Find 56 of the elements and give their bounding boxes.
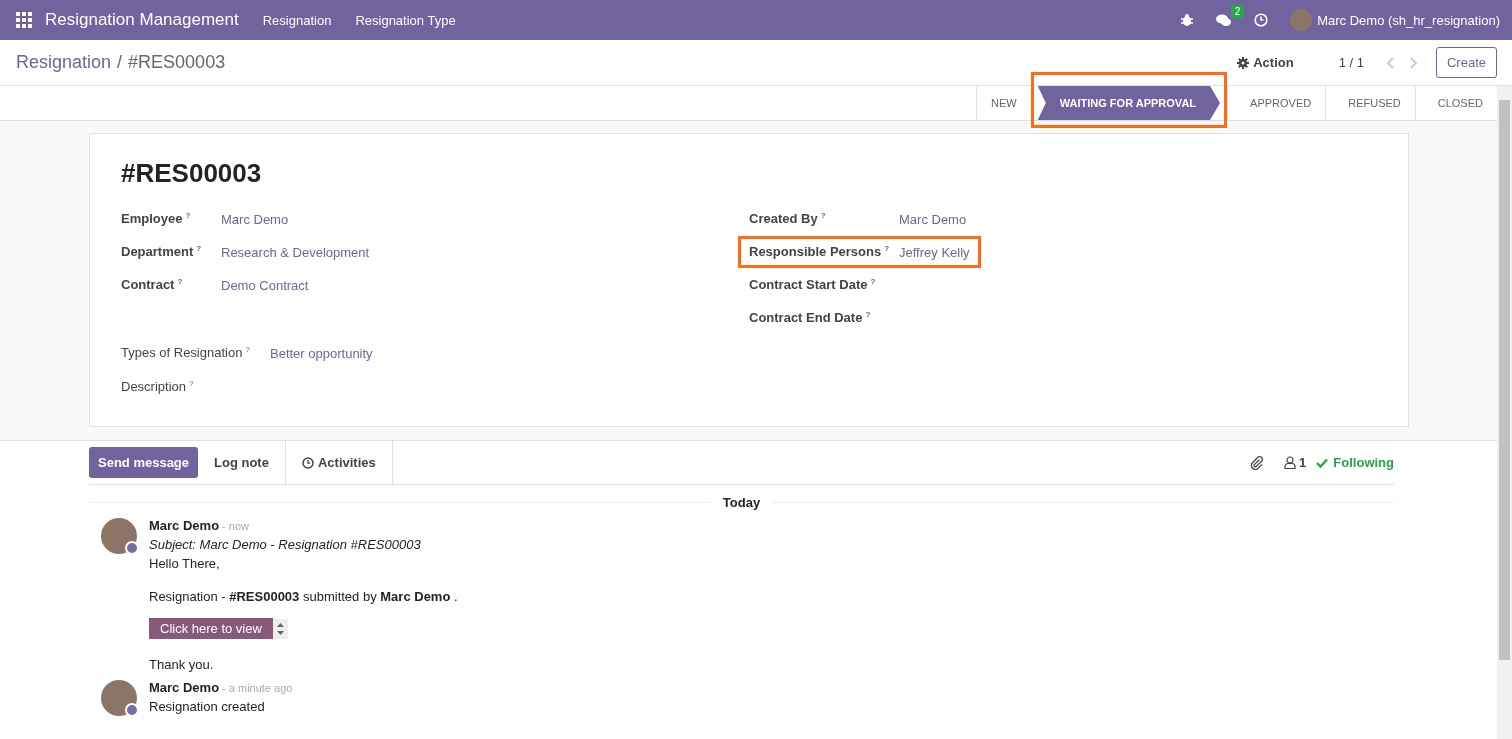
status-dot [125,541,139,555]
app-name[interactable]: Resignation Management [45,10,239,30]
apps-grid-icon[interactable] [16,12,32,28]
message-text: Resignation created [149,699,266,714]
field-label: Department $^{?}$ [121,244,203,260]
gear-icon [1237,56,1250,69]
chat-bubbles-icon[interactable] [1216,13,1233,27]
activities-tab[interactable]: Activities [285,441,393,484]
checkmark-icon [1316,457,1329,468]
bug-icon[interactable] [1180,13,1195,27]
message-time: - now [222,520,249,532]
author-avatar[interactable] [101,680,137,716]
breadcrumb-current: #RES00003 [128,52,226,73]
status-dot [125,703,139,717]
field-value[interactable]: Marc Demo [899,211,967,227]
clock-icon [301,456,314,469]
person-icon [1284,456,1297,469]
field-label: Contract Start Date $^{?}$ [749,277,877,293]
user-name[interactable]: Marc Demo (sh_hr_resignation) [1317,12,1500,28]
field-label: Types of Resignation $^{?}$ [121,345,251,361]
pager-value: 1 / 1 [1338,55,1364,70]
message-text: Hello There, [149,556,221,571]
send-message-button[interactable]: Send message [89,447,199,478]
message-subject: Subject: Marc Demo - Resignation #RES00003 [149,537,422,552]
author-avatar[interactable] [101,518,137,554]
breadcrumb-link[interactable]: Resignation [16,52,112,73]
followers-button[interactable]: 1 [1284,455,1307,470]
message-text: Resignation - #RES00003 submitted by Marc Demo . [149,589,458,604]
field-value[interactable]: Research & Development [221,244,370,260]
message-author[interactable]: Marc Demo [149,518,220,533]
action-menu[interactable]: Action [1237,55,1294,70]
field-label: Employee $^{?}$ [121,211,192,227]
create-button[interactable]: Create [1435,47,1497,78]
paperclip-icon[interactable] [1249,455,1265,470]
message-time: - a minute ago [222,682,293,694]
field-value[interactable]: Marc Demo [221,211,289,227]
message-count-badge: 2 [1230,5,1245,18]
message-text: Thank you. [149,657,215,672]
menu-item[interactable]: Resignation [262,12,332,28]
field-value[interactable]: Demo Contract [221,277,309,293]
following-button[interactable]: Following [1316,455,1394,470]
message-author[interactable]: Marc Demo [149,680,220,695]
field-label: Created By $^{?}$ [749,211,827,227]
field-label: Responsible Persons $^{?}$ [749,244,891,260]
view-button[interactable]: Click here to view [149,618,273,639]
menu-item[interactable]: Resignation Type [355,12,456,28]
clock-icon[interactable] [1254,13,1269,27]
field-label: Contract End Date $^{?}$ [749,310,872,326]
record-title: #RES00003 [121,158,263,189]
field-value[interactable]: Jeffrey Kelly [899,244,970,260]
field-value[interactable]: Better opportunity [270,345,373,361]
log-note-tab[interactable]: Log note [198,441,286,484]
field-label: Contract $^{?}$ [121,277,184,293]
breadcrumb-separator: / [117,52,123,73]
scrollbar[interactable] [1497,86,1512,739]
field-label: Description $^{?}$ [121,379,195,395]
